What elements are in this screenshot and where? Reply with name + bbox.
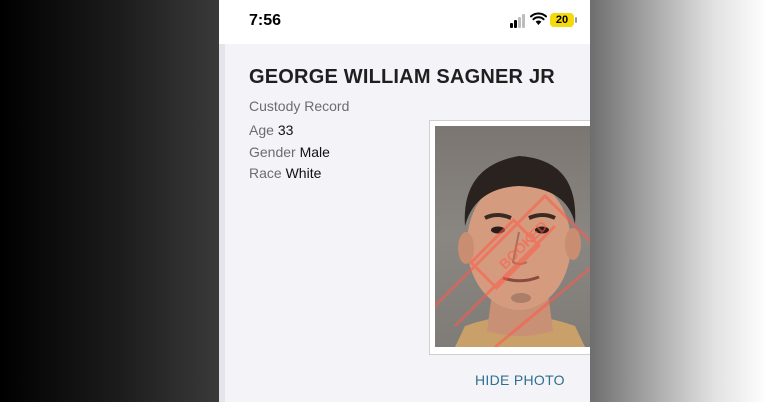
record-type: Custody Record: [249, 98, 350, 114]
gender-field: Gender Male: [249, 144, 330, 160]
age-field: Age 33: [249, 122, 293, 138]
background-left: [0, 0, 219, 402]
signal-icon: [510, 14, 528, 28]
gender-value: Male: [299, 144, 330, 160]
mugshot-image: BOOKED: [435, 156, 590, 347]
race-value: White: [285, 165, 322, 181]
mugshot-frame: BOOKED: [429, 120, 590, 355]
race-field: Race White: [249, 165, 321, 181]
phone-screen: 7:56 20 GEORGE WILLIAM SAGNER JR Custody…: [219, 0, 590, 402]
wifi-icon: [530, 12, 547, 25]
custody-record-card: GEORGE WILLIAM SAGNER JR Custody Record …: [219, 44, 590, 402]
battery-cap: [575, 17, 577, 23]
status-time: 7:56: [249, 12, 282, 29]
status-bar: 7:56 20: [219, 0, 590, 44]
race-label: Race: [249, 165, 282, 181]
age-label: Age: [249, 122, 274, 138]
hide-photo-button[interactable]: HIDE PHOTO: [475, 372, 565, 388]
gender-label: Gender: [249, 144, 296, 160]
mugshot-photo: BOOKED: [435, 126, 590, 347]
inmate-name: GEORGE WILLIAM SAGNER JR: [249, 66, 555, 88]
battery-icon: 20: [550, 13, 574, 27]
age-value: 33: [277, 122, 294, 138]
card-left-rule: [219, 44, 225, 402]
background-right: [590, 0, 768, 402]
